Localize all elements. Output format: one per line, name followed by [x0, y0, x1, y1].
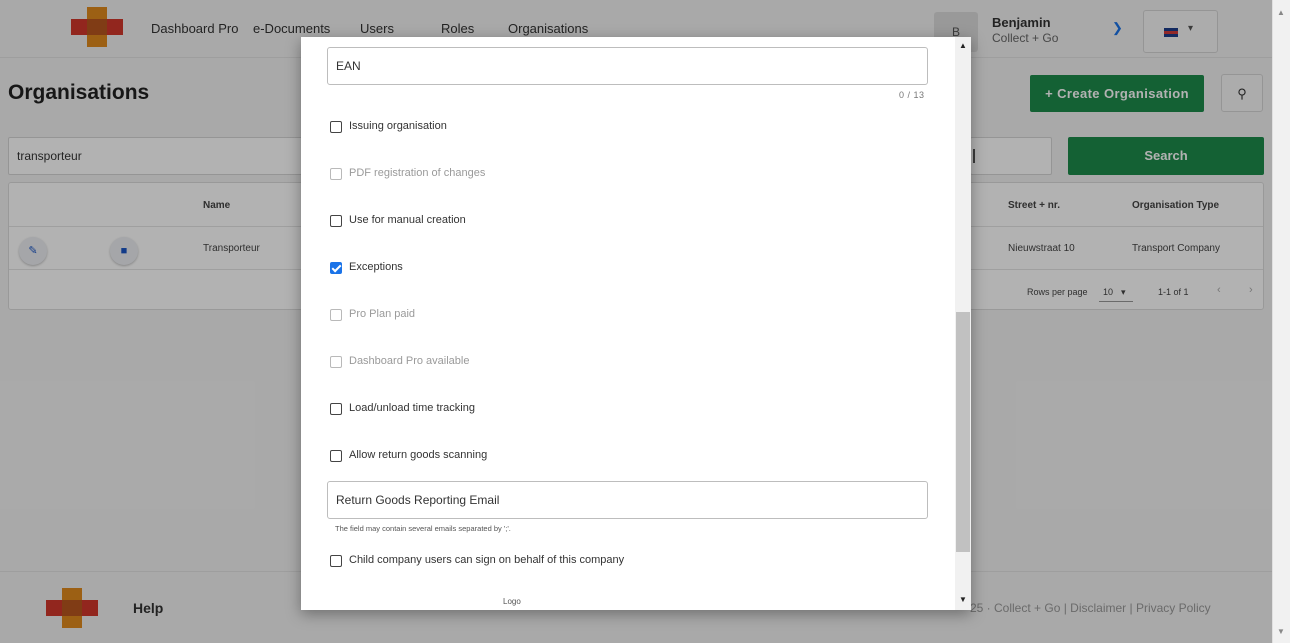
checkbox-box[interactable]: [330, 309, 342, 321]
checkbox-box[interactable]: [330, 168, 342, 180]
modal-scrollbar[interactable]: ▲ ▼: [955, 37, 971, 610]
checkbox-box-checked[interactable]: [330, 262, 342, 274]
checkbox-box[interactable]: [330, 121, 342, 133]
checkbox-box[interactable]: [330, 450, 342, 462]
scroll-down-arrow-icon[interactable]: ▼: [1277, 627, 1285, 636]
organisation-edit-dialog: EAN 0 / 13 Issuing organisation PDF regi…: [301, 37, 971, 610]
checkbox-box[interactable]: [330, 215, 342, 227]
scroll-up-arrow-icon[interactable]: ▲: [959, 41, 967, 50]
checkbox-box[interactable]: [330, 403, 342, 415]
return-email-hint: The field may contain several emails sep…: [335, 524, 511, 533]
scrollbar-thumb[interactable]: [956, 312, 970, 552]
return-goods-email-field[interactable]: Return Goods Reporting Email: [327, 481, 928, 519]
scroll-up-arrow-icon[interactable]: ▲: [1277, 8, 1285, 17]
scroll-down-arrow-icon[interactable]: ▼: [959, 595, 967, 604]
logo-field-label: Logo: [503, 597, 521, 606]
checkbox-box[interactable]: [330, 356, 342, 368]
ean-character-counter: 0 / 13: [899, 90, 925, 100]
page-scrollbar[interactable]: ▲ ▼: [1272, 0, 1290, 643]
ean-field[interactable]: EAN: [327, 47, 928, 85]
checkbox-box[interactable]: [330, 555, 342, 567]
